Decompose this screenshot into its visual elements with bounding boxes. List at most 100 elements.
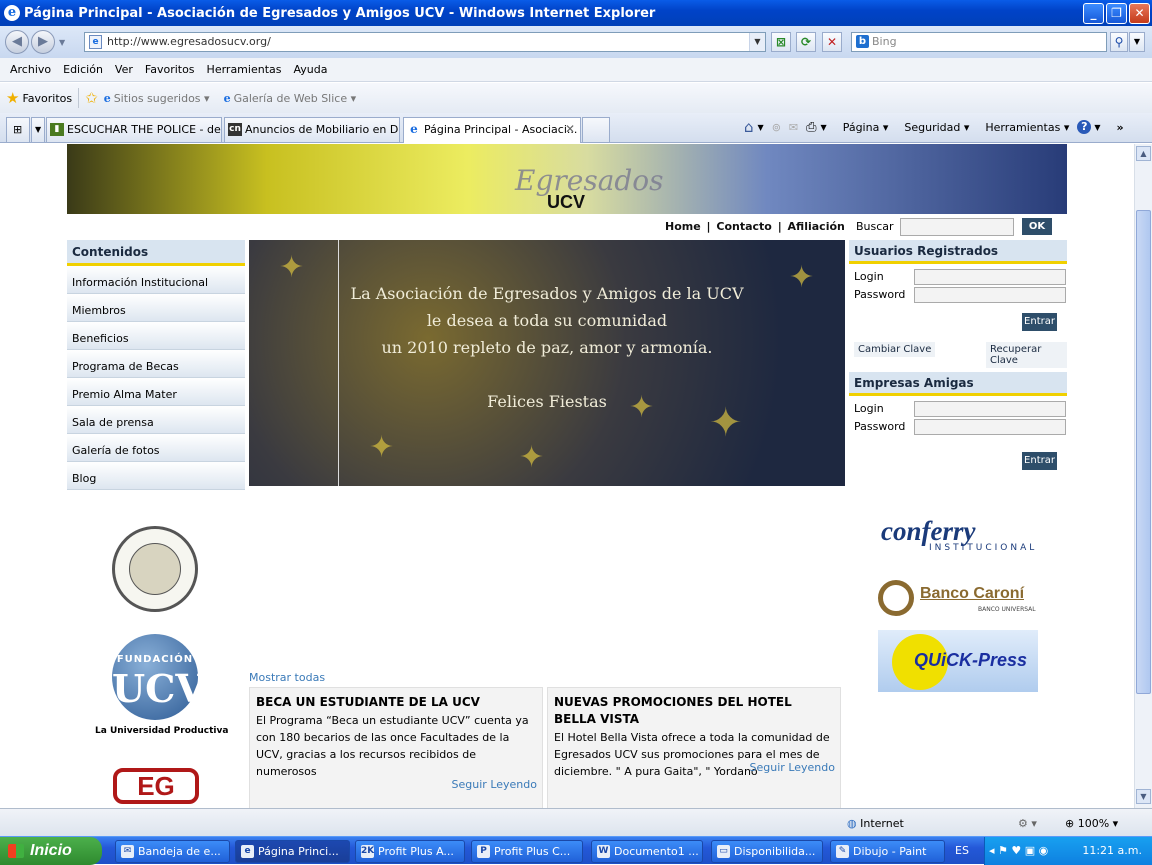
taskbar-item-bandeja[interactable]: ✉ Bandeja de e... bbox=[115, 840, 230, 863]
mostrar-todas-link[interactable]: Mostrar todas bbox=[249, 671, 325, 684]
language-indicator[interactable]: ES bbox=[955, 837, 969, 865]
search-options-icon[interactable]: ▼ bbox=[1129, 32, 1145, 52]
taskbar-item-pagina[interactable]: e Página Princi... bbox=[235, 840, 350, 863]
ucv-seal-logo[interactable] bbox=[112, 526, 198, 612]
empresas-password-input[interactable] bbox=[914, 419, 1066, 435]
history-dropdown-icon[interactable]: ▼ bbox=[59, 38, 65, 47]
menu-ver[interactable]: Ver bbox=[109, 63, 139, 76]
minimize-button[interactable]: _ bbox=[1083, 2, 1104, 24]
search-go-icon[interactable]: ⚲ bbox=[1110, 32, 1128, 52]
empresas-login-input[interactable] bbox=[914, 401, 1066, 417]
home-link[interactable]: Home bbox=[665, 220, 701, 233]
url-dropdown-icon[interactable]: ▼ bbox=[749, 33, 765, 51]
zoom-control[interactable]: ⊕ 100% ▾ bbox=[1065, 817, 1118, 830]
help-dropdown-icon[interactable]: ▼ bbox=[1094, 123, 1100, 132]
caroni-sub: BANCO UNIVERSAL bbox=[978, 606, 1036, 613]
fundacion-ucv-logo[interactable]: FUNDACIÓN UCV bbox=[112, 634, 205, 720]
favorites-button[interactable]: Favoritos bbox=[22, 92, 72, 105]
contacto-link[interactable]: Contacto bbox=[716, 220, 771, 233]
news-title[interactable]: NUEVAS PROMOCIONES DEL HOTEL BELLA VISTA bbox=[554, 694, 834, 728]
sidebar-item-miembros[interactable]: Miembros bbox=[67, 294, 245, 322]
taskbar-item-documento[interactable]: W Documento1 ... bbox=[591, 840, 703, 863]
restore-button[interactable]: ❐ bbox=[1106, 2, 1127, 24]
sidebar-item-prensa[interactable]: Sala de prensa bbox=[67, 406, 245, 434]
protected-mode-icon[interactable]: ⚙ ▾ bbox=[1018, 817, 1037, 830]
afiliacion-link[interactable]: Afiliación bbox=[788, 220, 845, 233]
taskbar-item-paint[interactable]: ✎ Dibujo - Paint bbox=[830, 840, 945, 863]
seguir-leyendo-link[interactable]: Seguir Leyendo bbox=[452, 776, 537, 793]
compatibility-icon[interactable]: ⊠ bbox=[771, 32, 791, 52]
news-title[interactable]: BECA UN ESTUDIANTE DE LA UCV bbox=[256, 694, 536, 711]
feeds-icon[interactable]: ⊚ bbox=[772, 121, 781, 134]
sidebar-item-blog[interactable]: Blog bbox=[67, 462, 245, 490]
taskbar-item-profit-a[interactable]: 2K Profit Plus A... bbox=[355, 840, 465, 863]
globe-icon: ◍ bbox=[847, 817, 857, 830]
empresas-entrar-button[interactable]: Entrar bbox=[1022, 452, 1057, 470]
scroll-thumb[interactable] bbox=[1136, 210, 1151, 694]
quick-tabs-button[interactable]: ⊞ bbox=[6, 117, 30, 142]
suggested-sites-icon: e bbox=[103, 91, 111, 105]
usuarios-login-input[interactable] bbox=[914, 269, 1066, 285]
back-button[interactable]: ◀ bbox=[5, 30, 29, 54]
sidebar-item-beneficios[interactable]: Beneficios bbox=[67, 322, 245, 350]
security-zone[interactable]: ◍ Internet bbox=[847, 817, 904, 830]
close-button[interactable]: ✕ bbox=[1129, 2, 1150, 24]
taskbar-item-disponibilidad[interactable]: ▭ Disponibilida... bbox=[711, 840, 823, 863]
add-favorite-icon[interactable]: ✩ bbox=[85, 89, 98, 107]
more-commands-icon[interactable]: » bbox=[1117, 121, 1124, 134]
tab-list-button[interactable]: ▼ bbox=[31, 117, 45, 142]
search-ok-button[interactable]: OK bbox=[1022, 218, 1052, 235]
scroll-up-icon[interactable]: ▲ bbox=[1136, 146, 1151, 161]
clock[interactable]: 11:21 a.m. bbox=[1082, 837, 1142, 865]
sidebar-item-becas[interactable]: Programa de Becas bbox=[67, 350, 245, 378]
usuarios-password-input[interactable] bbox=[914, 287, 1066, 303]
refresh-icon[interactable]: ⟳ bbox=[796, 32, 816, 52]
quick-press-logo[interactable]: QUiCK-Press bbox=[878, 630, 1038, 692]
star-decoration-icon: ✦ bbox=[369, 430, 395, 465]
print-icon[interactable]: ⎙ bbox=[806, 120, 816, 135]
menu-archivo[interactable]: Archivo bbox=[4, 63, 57, 76]
sidebar-menu: Contenidos Información Institucional Mie… bbox=[67, 240, 245, 490]
sidebar-item-galeria[interactable]: Galería de fotos bbox=[67, 434, 245, 462]
recuperar-clave-button[interactable]: Recuperar Clave bbox=[986, 342, 1067, 368]
banco-caroni-logo[interactable]: Banco Caroní BANCO UNIVERSAL bbox=[878, 580, 1038, 616]
tab-pagina-principal[interactable]: e Página Principal - Asociaci... ✕ bbox=[403, 117, 581, 143]
home-icon[interactable]: ⌂ bbox=[744, 118, 754, 136]
vertical-scrollbar[interactable]: ▲ ▼ bbox=[1134, 144, 1152, 808]
scroll-down-icon[interactable]: ▼ bbox=[1136, 789, 1151, 804]
menu-ayuda[interactable]: Ayuda bbox=[287, 63, 333, 76]
print-dropdown-icon[interactable]: ▼ bbox=[821, 123, 827, 132]
tab-label: ESCUCHAR THE POLICE - de ... bbox=[67, 123, 222, 136]
sidebar-item-premio[interactable]: Premio Alma Mater bbox=[67, 378, 245, 406]
tray-icons[interactable]: ◂ ⚑ ♥ ▣ ◉ bbox=[989, 844, 1048, 857]
help-icon[interactable]: ? bbox=[1077, 120, 1092, 134]
menu-edicion[interactable]: Edición bbox=[57, 63, 109, 76]
page-menu[interactable]: Página ▾ bbox=[835, 121, 889, 134]
new-tab-button[interactable] bbox=[582, 117, 610, 142]
tab-close-icon[interactable]: ✕ bbox=[565, 118, 575, 141]
tab-anuncios[interactable]: cn Anuncios de Mobiliario en Dis... bbox=[224, 117, 400, 142]
menu-herramientas[interactable]: Herramientas bbox=[201, 63, 288, 76]
tab-police[interactable]: ▮ ESCUCHAR THE POLICE - de ... bbox=[46, 117, 222, 142]
security-menu[interactable]: Seguridad ▾ bbox=[896, 121, 969, 134]
stop-icon[interactable]: ✕ bbox=[822, 32, 842, 52]
site-search-input[interactable] bbox=[900, 218, 1014, 236]
forward-button[interactable]: ▶ bbox=[31, 30, 55, 54]
seguir-leyendo-link[interactable]: Seguir Leyendo bbox=[750, 759, 835, 776]
eg-logo[interactable]: EG bbox=[113, 768, 199, 804]
search-field[interactable]: b Bing bbox=[851, 32, 1107, 52]
cambiar-clave-button[interactable]: Cambiar Clave bbox=[854, 342, 936, 357]
home-dropdown-icon[interactable]: ▼ bbox=[758, 123, 764, 132]
sidebar-item-informacion[interactable]: Información Institucional bbox=[67, 266, 245, 294]
url-field[interactable]: e http://www.egresadosucv.org/ ▼ bbox=[84, 32, 766, 52]
mail-icon[interactable]: ✉ bbox=[789, 121, 798, 134]
conferry-logo[interactable]: conferry INSTITUCIONAL bbox=[881, 516, 1037, 553]
tools-menu[interactable]: Herramientas ▾ bbox=[977, 121, 1069, 134]
usuarios-entrar-button[interactable]: Entrar bbox=[1022, 313, 1057, 331]
start-button[interactable]: Inicio bbox=[0, 837, 102, 865]
menu-favoritos[interactable]: Favoritos bbox=[139, 63, 201, 76]
taskbar-item-profit-c[interactable]: P Profit Plus C... bbox=[471, 840, 583, 863]
webslice-gallery-link[interactable]: Galería de Web Slice ▾ bbox=[234, 92, 357, 105]
address-bar: ◀ ▶ ▼ e http://www.egresadosucv.org/ ▼ ⊠… bbox=[0, 26, 1152, 58]
suggested-sites-link[interactable]: Sitios sugeridos ▾ bbox=[114, 92, 210, 105]
